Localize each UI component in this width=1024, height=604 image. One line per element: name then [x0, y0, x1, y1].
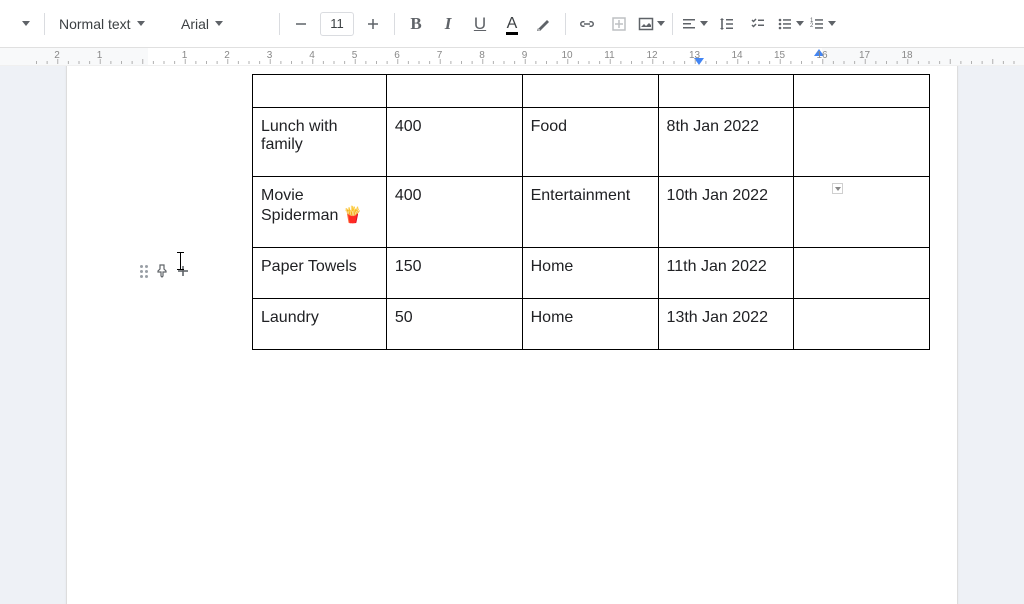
font-size-input[interactable] [320, 12, 354, 36]
drag-handle-icon[interactable] [140, 265, 148, 278]
cell-options-button[interactable] [832, 183, 843, 194]
table-cell[interactable]: 50 [386, 299, 522, 350]
table-cell[interactable]: 10th Jan 2022 [658, 177, 794, 248]
underline-button[interactable]: U [465, 9, 495, 39]
table-cell[interactable] [522, 75, 658, 108]
comment-icon [610, 15, 628, 33]
pin-row-button[interactable] [155, 264, 169, 278]
increase-font-button[interactable] [358, 9, 388, 39]
numbered-list-icon: 12 [808, 15, 826, 33]
chevron-down-icon [828, 21, 836, 26]
checklist-button[interactable] [743, 9, 773, 39]
image-icon [637, 15, 655, 33]
align-button[interactable] [679, 9, 709, 39]
table-cell[interactable]: Home [522, 248, 658, 299]
align-icon [680, 15, 698, 33]
svg-text:2: 2 [810, 23, 814, 29]
table-row[interactable]: Laundry 50 Home 13th Jan 2022 [253, 299, 930, 350]
font-family-dropdown[interactable]: Arial [173, 9, 273, 39]
table-row[interactable]: Paper Towels 150 Home 11th Jan 2022 [253, 248, 930, 299]
decrease-font-button[interactable] [286, 9, 316, 39]
insert-comment-button[interactable] [604, 9, 634, 39]
line-spacing-button[interactable] [711, 9, 741, 39]
chevron-down-icon [137, 21, 145, 26]
line-spacing-icon [717, 15, 735, 33]
separator [279, 13, 280, 35]
separator [44, 13, 45, 35]
document-canvas: Lunch with family 400 Food 8th Jan 2022 … [0, 66, 1024, 604]
link-icon [578, 15, 596, 33]
insert-image-button[interactable] [636, 9, 666, 39]
insert-link-button[interactable] [572, 9, 602, 39]
highlight-button[interactable] [529, 9, 559, 39]
table-cell[interactable]: 11th Jan 2022 [658, 248, 794, 299]
table-cell[interactable]: Paper Towels [253, 248, 387, 299]
table-cell[interactable]: Entertainment [522, 177, 658, 248]
table-cell[interactable]: Movie Spiderman 🍟 [253, 177, 387, 248]
text-cursor [180, 252, 181, 270]
paragraph-style-label: Normal text [59, 16, 131, 32]
toolbar: Normal text Arial B I U A [0, 0, 1024, 48]
table-cell[interactable] [386, 75, 522, 108]
table-cell[interactable] [658, 75, 794, 108]
bold-button[interactable]: B [401, 9, 431, 39]
table-row[interactable]: Lunch with family 400 Food 8th Jan 2022 [253, 108, 930, 177]
expenses-table[interactable]: Lunch with family 400 Food 8th Jan 2022 … [252, 74, 930, 350]
table-cell[interactable]: Home [522, 299, 658, 350]
add-row-button[interactable] [176, 264, 190, 278]
table-cell[interactable]: 400 [386, 177, 522, 248]
checklist-icon [749, 15, 767, 33]
table-cell[interactable]: 8th Jan 2022 [658, 108, 794, 177]
table-cell[interactable]: Food [522, 108, 658, 177]
paragraph-style-dropdown[interactable]: Normal text [51, 9, 171, 39]
numbered-list-button[interactable]: 12 [807, 9, 837, 39]
chevron-down-icon [215, 21, 223, 26]
table-cell[interactable]: Laundry [253, 299, 387, 350]
chevron-down-icon [700, 21, 708, 26]
table-cell[interactable] [794, 299, 930, 350]
table-row[interactable] [253, 75, 930, 108]
separator [565, 13, 566, 35]
highlighter-icon [535, 15, 553, 33]
bulleted-list-button[interactable] [775, 9, 805, 39]
chevron-down-icon [796, 21, 804, 26]
table-cell[interactable]: Lunch with family [253, 108, 387, 177]
text-color-button[interactable]: A [497, 9, 527, 39]
chevron-down-icon [657, 21, 665, 26]
table-cell[interactable] [253, 75, 387, 108]
more-left-button[interactable] [8, 9, 38, 39]
separator [672, 13, 673, 35]
font-size-controls [286, 10, 388, 38]
separator [394, 13, 395, 35]
table-cell[interactable]: 13th Jan 2022 [658, 299, 794, 350]
font-family-label: Arial [181, 16, 209, 32]
table-cell[interactable] [794, 108, 930, 177]
table-row[interactable]: Movie Spiderman 🍟 400 Entertainment 10th… [253, 177, 930, 248]
table-cell[interactable] [794, 177, 930, 248]
page[interactable]: Lunch with family 400 Food 8th Jan 2022 … [67, 66, 957, 604]
table-cell[interactable]: 400 [386, 108, 522, 177]
table-cell[interactable] [794, 248, 930, 299]
bullet-list-icon [776, 15, 794, 33]
row-controls [140, 264, 190, 278]
table-cell[interactable]: 150 [386, 248, 522, 299]
table-cell[interactable] [794, 75, 930, 108]
ruler[interactable]: 21123456789101112131415161718 [0, 48, 1024, 66]
italic-button[interactable]: I [433, 9, 463, 39]
